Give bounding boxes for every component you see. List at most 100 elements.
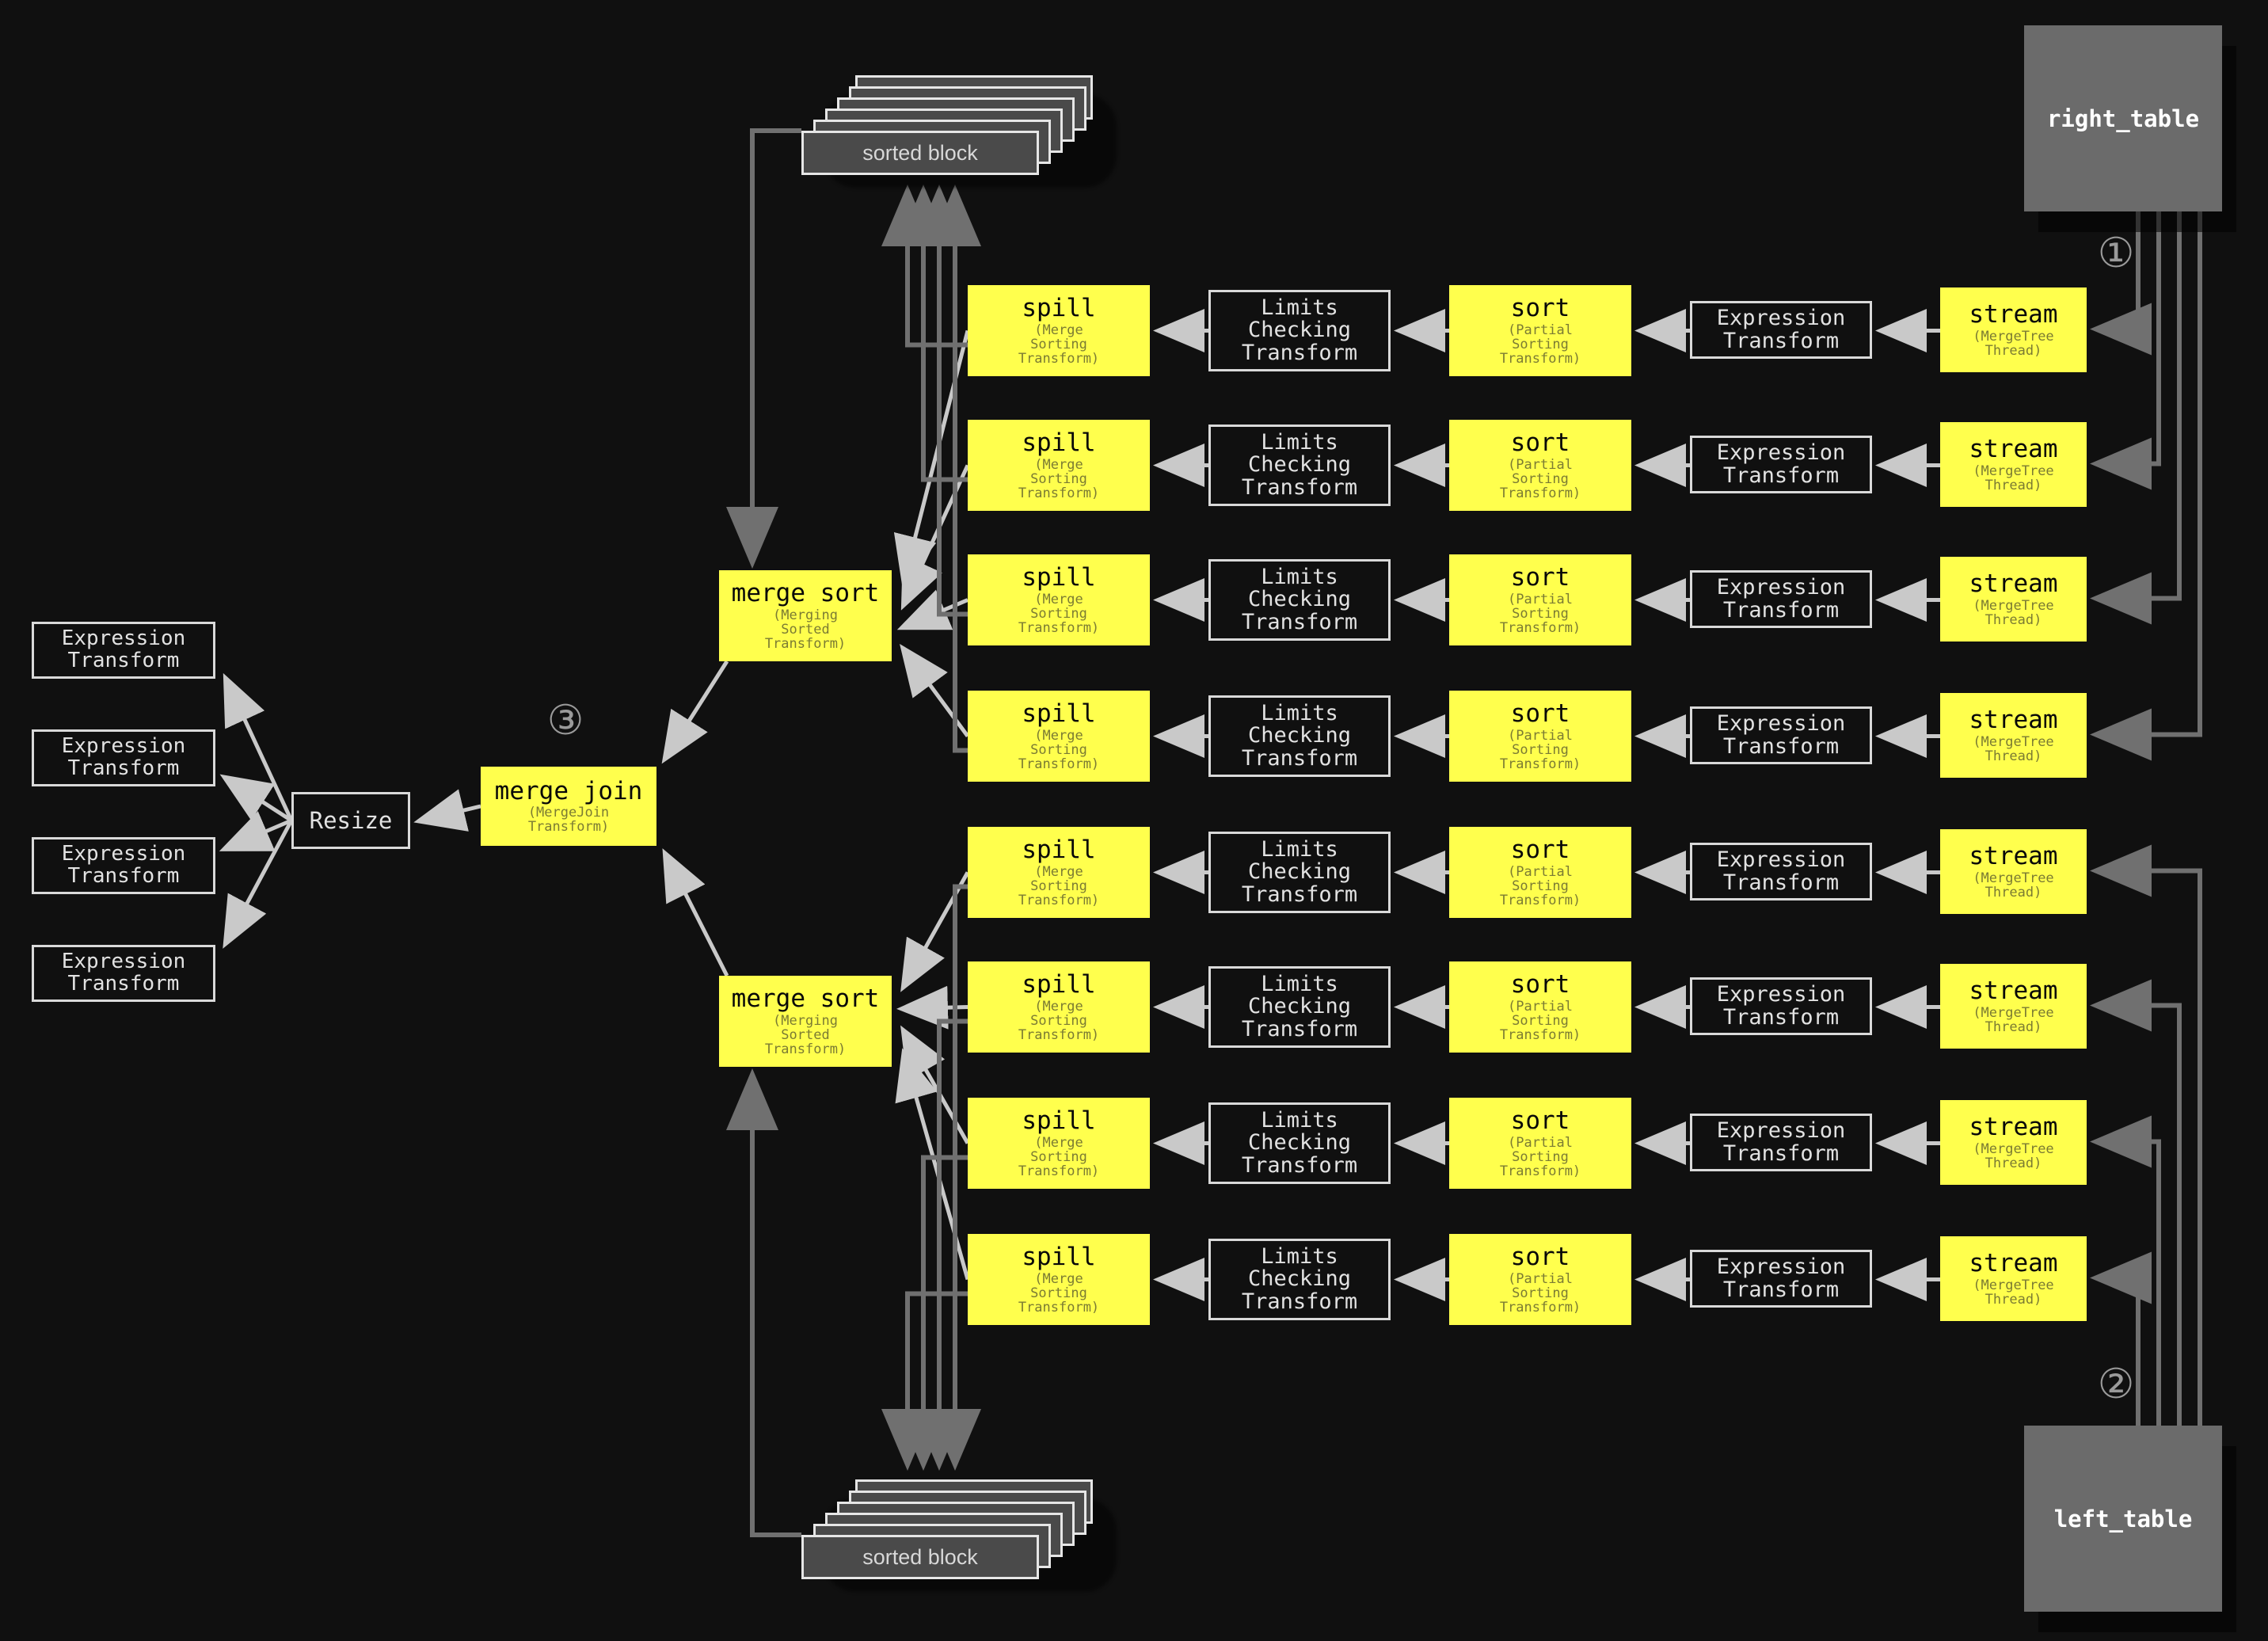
merge-sort-right-title: merge sort [731,579,880,608]
spill-left-2[interactable]: spill (Merge Sorting Transform) [968,1098,1150,1189]
sort-right-1-subtitle: (Partial Sorting Transform) [1499,456,1581,501]
edge-resize-to-expression-transform [223,819,294,949]
limits-checking-transform-left-3-title: Limits Checking Transform [1241,1243,1358,1314]
sort-right-2[interactable]: sort (Partial Sorting Transform) [1449,554,1631,645]
stream-right-2-title: stream [1969,569,2058,599]
stream-right-2[interactable]: stream (MergeTree Thread) [1940,557,2087,642]
edge-merge-sort-to-merge-join [661,660,729,764]
merge-sort-left[interactable]: merge sort (Merging Sorted Transform) [719,976,892,1067]
expression-transform-right-1-title: Expression Transform [1716,440,1846,488]
stream-right-3-title: stream [1969,706,2058,735]
sort-left-0[interactable]: sort (Partial Sorting Transform) [1449,827,1631,918]
stream-left-3-title: stream [1969,1249,2058,1278]
merge-sort-right[interactable]: merge sort (Merging Sorted Transform) [719,570,892,661]
limits-checking-transform-right-1[interactable]: Limits Checking Transform [1208,425,1391,506]
stream-right-3[interactable]: stream (MergeTree Thread) [1940,693,2087,778]
limits-checking-transform-right-3[interactable]: Limits Checking Transform [1208,695,1391,777]
expression-transform-left-1-title: Expression Transform [1716,981,1846,1030]
sort-left-1[interactable]: sort (Partial Sorting Transform) [1449,961,1631,1053]
spill-right-1[interactable]: spill (Merge Sorting Transform) [968,420,1150,511]
sorted-block-top[interactable]: sorted block [800,75,1117,188]
stream-right-0-subtitle: (MergeTree Thread) [1973,328,2054,359]
sort-right-3[interactable]: sort (Partial Sorting Transform) [1449,691,1631,782]
sort-right-0-title: sort [1510,294,1570,323]
edge-spill-to-merge-sort [896,985,968,1030]
expression-transform-right-3[interactable]: Expression Transform [1690,706,1872,764]
expression-transform-right-0[interactable]: Expression Transform [1690,301,1872,359]
sort-left-1-subtitle: (Partial Sorting Transform) [1499,998,1581,1043]
edge-spill-to-sorted-block [929,884,981,1471]
spill-left-1[interactable]: spill (Merge Sorting Transform) [968,961,1150,1053]
spill-left-0-subtitle: (Merge Sorting Transform) [1018,863,1100,908]
edge-right-table-to-stream [2090,211,2202,761]
stream-left-3[interactable]: stream (MergeTree Thread) [1940,1236,2087,1321]
limits-checking-transform-right-0[interactable]: Limits Checking Transform [1208,290,1391,371]
spill-left-0-title: spill [1022,836,1096,865]
stack-pane-front: sorted block [801,1535,1039,1579]
spill-left-3[interactable]: spill (Merge Sorting Transform) [968,1234,1150,1325]
right-table-box[interactable]: right_table [2024,25,2222,211]
limits-checking-transform-left-3[interactable]: Limits Checking Transform [1208,1239,1391,1320]
spill-right-1-subtitle: (Merge Sorting Transform) [1018,456,1100,501]
limits-checking-transform-right-2[interactable]: Limits Checking Transform [1208,559,1391,641]
expression-transform-left-0[interactable]: Expression Transform [1690,843,1872,900]
stack-pane-front: sorted block [801,131,1039,175]
sorted-block-bottom-label: sorted block [862,1544,978,1569]
sorted-block-top-label: sorted block [862,140,978,165]
spill-right-2-subtitle: (Merge Sorting Transform) [1018,591,1100,636]
left-table-box[interactable]: left_table [2024,1426,2222,1612]
expression-transform-left-0-title: Expression Transform [1716,847,1846,895]
sort-right-1-title: sort [1510,428,1570,458]
merge-join[interactable]: merge join (MergeJoin Transform) [481,767,656,846]
spill-right-0[interactable]: spill (Merge Sorting Transform) [968,285,1150,376]
expression-transform-left-2[interactable]: Expression Transform [1690,1114,1872,1171]
sorted-block-bottom[interactable]: sorted block [800,1479,1117,1592]
limits-checking-transform-left-1[interactable]: Limits Checking Transform [1208,966,1391,1048]
stream-left-2[interactable]: stream (MergeTree Thread) [1940,1100,2087,1185]
stream-right-2-subtitle: (MergeTree Thread) [1973,597,2054,628]
limits-checking-transform-right-3-title: Limits Checking Transform [1241,700,1358,771]
output-expression-transform-2-title: Expression Transform [61,842,186,888]
sort-right-3-title: sort [1510,699,1570,729]
edge-merge-join-to-resize [413,789,481,832]
stream-right-0[interactable]: stream (MergeTree Thread) [1940,287,2087,372]
expression-transform-right-2-title: Expression Transform [1716,574,1846,623]
limits-checking-transform-right-2-title: Limits Checking Transform [1241,564,1358,634]
spill-right-2[interactable]: spill (Merge Sorting Transform) [968,554,1150,645]
stream-left-0[interactable]: stream (MergeTree Thread) [1940,829,2087,914]
stream-left-1[interactable]: stream (MergeTree Thread) [1940,964,2087,1049]
spill-left-3-title: spill [1022,1243,1096,1272]
spill-left-0[interactable]: spill (Merge Sorting Transform) [968,827,1150,918]
output-expression-transform-3[interactable]: Expression Transform [32,945,215,1002]
sort-left-3-subtitle: (Partial Sorting Transform) [1499,1270,1581,1315]
sort-left-2-subtitle: (Partial Sorting Transform) [1499,1134,1581,1179]
resize[interactable]: Resize [291,792,410,849]
expression-transform-right-0-title: Expression Transform [1716,305,1846,353]
expression-transform-right-1[interactable]: Expression Transform [1690,436,1872,493]
output-expression-transform-0[interactable]: Expression Transform [32,622,215,679]
limits-checking-transform-left-0[interactable]: Limits Checking Transform [1208,832,1391,913]
sort-left-2[interactable]: sort (Partial Sorting Transform) [1449,1098,1631,1189]
limits-checking-transform-left-2[interactable]: Limits Checking Transform [1208,1102,1391,1184]
expression-transform-left-3[interactable]: Expression Transform [1690,1250,1872,1308]
edge-spill-to-sorted-block [913,1018,968,1471]
expression-transform-left-1[interactable]: Expression Transform [1690,977,1872,1035]
sort-right-0[interactable]: sort (Partial Sorting Transform) [1449,285,1631,376]
spill-right-0-title: spill [1022,294,1096,323]
sort-right-1[interactable]: sort (Partial Sorting Transform) [1449,420,1631,511]
output-expression-transform-2[interactable]: Expression Transform [32,837,215,894]
sort-left-3[interactable]: sort (Partial Sorting Transform) [1449,1234,1631,1325]
sort-right-2-subtitle: (Partial Sorting Transform) [1499,591,1581,636]
spill-right-3-subtitle: (Merge Sorting Transform) [1018,727,1100,772]
expression-transform-left-3-title: Expression Transform [1716,1254,1846,1302]
stream-right-1[interactable]: stream (MergeTree Thread) [1940,422,2087,507]
stream-left-3-subtitle: (MergeTree Thread) [1973,1277,2054,1308]
right-table-label: right_table [2046,105,2200,132]
edge-spill-to-merge-sort [896,589,968,630]
output-expression-transform-1[interactable]: Expression Transform [32,729,215,786]
expression-transform-right-2[interactable]: Expression Transform [1690,570,1872,628]
edge-resize-to-expression-transform [223,672,294,822]
spill-right-3[interactable]: spill (Merge Sorting Transform) [968,691,1150,782]
spill-right-2-title: spill [1022,563,1096,592]
sort-right-0-subtitle: (Partial Sorting Transform) [1499,322,1581,367]
